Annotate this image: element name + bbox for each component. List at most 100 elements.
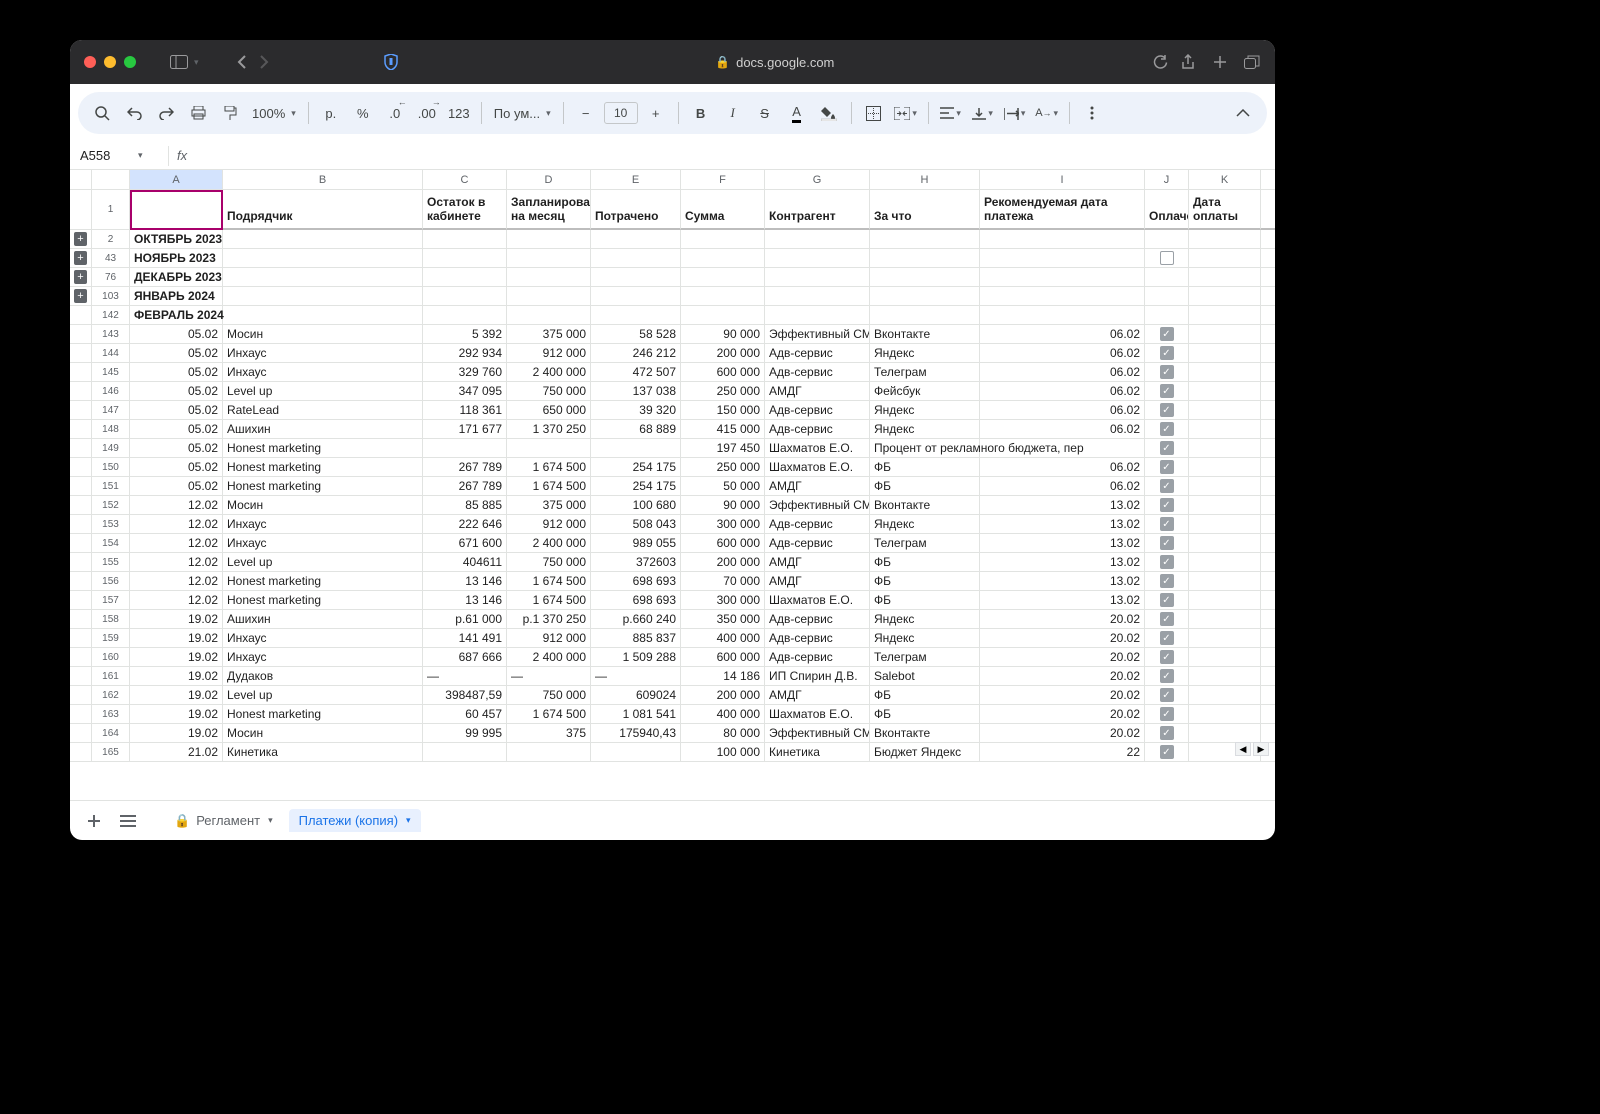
cell[interactable] <box>591 743 681 762</box>
checkbox-checked[interactable]: ✓ <box>1160 422 1174 436</box>
cell[interactable]: 671 600 <box>423 534 507 553</box>
checkbox-checked[interactable]: ✓ <box>1160 650 1174 664</box>
cell[interactable]: Адв-сервис <box>765 648 870 667</box>
chevron-down-icon[interactable]: ▾ <box>268 815 273 826</box>
undo-button[interactable] <box>120 99 148 127</box>
sheet-tab-locked[interactable]: 🔒 Регламент ▾ <box>164 809 283 833</box>
cell[interactable]: 175940,43 <box>591 724 681 743</box>
row-number[interactable]: 151 <box>92 477 130 496</box>
cell[interactable] <box>1189 477 1261 496</box>
cell[interactable]: АМДГ <box>765 477 870 496</box>
cell[interactable]: 1 674 500 <box>507 572 591 591</box>
cell[interactable]: Яндекс <box>870 420 980 439</box>
cell[interactable]: АМДГ <box>765 553 870 572</box>
cell[interactable]: 13.02 <box>980 572 1145 591</box>
cell[interactable] <box>765 268 870 287</box>
cell[interactable]: 300 000 <box>681 591 765 610</box>
cell[interactable] <box>591 249 681 268</box>
checkbox-checked[interactable]: ✓ <box>1160 726 1174 740</box>
cell[interactable]: Телеграм <box>870 534 980 553</box>
column-header[interactable]: D <box>507 170 591 190</box>
cell[interactable]: 06.02 <box>980 382 1145 401</box>
cell[interactable]: 50 000 <box>681 477 765 496</box>
cell[interactable]: 1 081 541 <box>591 705 681 724</box>
cell[interactable] <box>1189 515 1261 534</box>
cell[interactable]: — <box>507 667 591 686</box>
cell[interactable] <box>681 268 765 287</box>
cell[interactable]: 06.02 <box>980 325 1145 344</box>
cell[interactable]: 14 186 <box>681 667 765 686</box>
cell[interactable]: ФБ <box>870 705 980 724</box>
column-header[interactable]: J <box>1145 170 1189 190</box>
cell[interactable]: 19.02 <box>130 686 223 705</box>
cell[interactable]: Яндекс <box>870 401 980 420</box>
cell[interactable]: 06.02 <box>980 420 1145 439</box>
cell[interactable] <box>507 287 591 306</box>
cell[interactable] <box>1189 496 1261 515</box>
cell[interactable] <box>1189 648 1261 667</box>
cell[interactable]: ✓ <box>1145 477 1189 496</box>
column-header[interactable]: G <box>765 170 870 190</box>
cell[interactable]: 05.02 <box>130 420 223 439</box>
cell[interactable]: Инхаус <box>223 363 423 382</box>
row-number[interactable]: 158 <box>92 610 130 629</box>
checkbox-checked[interactable]: ✓ <box>1160 517 1174 531</box>
cell[interactable]: ✓ <box>1145 591 1189 610</box>
cell[interactable]: 85 885 <box>423 496 507 515</box>
cell[interactable]: Ашихин <box>223 610 423 629</box>
cell[interactable]: Дудаков <box>223 667 423 686</box>
cell[interactable]: 19.02 <box>130 724 223 743</box>
cell[interactable]: 20.02 <box>980 610 1145 629</box>
cell[interactable]: 1 370 250 <box>507 420 591 439</box>
checkbox-checked[interactable]: ✓ <box>1160 555 1174 569</box>
url-bar[interactable]: 🔒 docs.google.com <box>409 55 1141 70</box>
cell[interactable]: 400 000 <box>681 629 765 648</box>
cell[interactable]: Honest marketing <box>223 477 423 496</box>
column-header[interactable]: F <box>681 170 765 190</box>
row-number[interactable]: 156 <box>92 572 130 591</box>
cell[interactable] <box>1189 230 1261 249</box>
cell[interactable]: АМДГ <box>765 382 870 401</box>
search-icon[interactable] <box>88 99 116 127</box>
cell[interactable]: 750 000 <box>507 382 591 401</box>
checkbox-checked[interactable]: ✓ <box>1160 612 1174 626</box>
cell[interactable]: 398487,59 <box>423 686 507 705</box>
shield-icon[interactable] <box>383 54 399 70</box>
cell[interactable]: Рекомендуемая дата платежа <box>980 190 1145 230</box>
cell[interactable]: 39 320 <box>591 401 681 420</box>
vertical-align-button[interactable]: ▾ <box>969 99 997 127</box>
cell[interactable]: Дата оплаты <box>1189 190 1261 230</box>
cell[interactable]: 19.02 <box>130 610 223 629</box>
cell[interactable]: 222 646 <box>423 515 507 534</box>
cell[interactable]: 5 392 <box>423 325 507 344</box>
cell[interactable]: Level up <box>223 553 423 572</box>
cell[interactable]: 750 000 <box>507 686 591 705</box>
cell[interactable]: 60 457 <box>423 705 507 724</box>
cell[interactable]: ФБ <box>870 477 980 496</box>
cell[interactable] <box>1189 667 1261 686</box>
cell[interactable]: 05.02 <box>130 477 223 496</box>
close-window-button[interactable] <box>84 56 96 68</box>
cell[interactable]: 200 000 <box>681 686 765 705</box>
reload-button[interactable] <box>1151 53 1169 71</box>
cell[interactable]: 292 934 <box>423 344 507 363</box>
cell[interactable]: 698 693 <box>591 572 681 591</box>
cell[interactable] <box>423 306 507 325</box>
cell[interactable]: 20.02 <box>980 724 1145 743</box>
cell[interactable]: 13 146 <box>423 572 507 591</box>
cell[interactable]: 99 995 <box>423 724 507 743</box>
merge-cells-button[interactable]: ▾ <box>892 99 920 127</box>
row-number[interactable]: 150 <box>92 458 130 477</box>
decrease-font-size-button[interactable]: − <box>572 99 600 127</box>
cell[interactable] <box>591 439 681 458</box>
cell[interactable]: ФБ <box>870 553 980 572</box>
cell[interactable] <box>591 268 681 287</box>
row-number[interactable]: 43 <box>92 249 130 268</box>
cell[interactable]: 12.02 <box>130 591 223 610</box>
cell[interactable]: Адв-сервис <box>765 610 870 629</box>
decrease-decimal-button[interactable]: .0← <box>381 99 409 127</box>
row-number[interactable]: 2 <box>92 230 130 249</box>
cell[interactable]: 05.02 <box>130 458 223 477</box>
cell[interactable]: ✓ <box>1145 496 1189 515</box>
cell[interactable]: Сумма <box>681 190 765 230</box>
